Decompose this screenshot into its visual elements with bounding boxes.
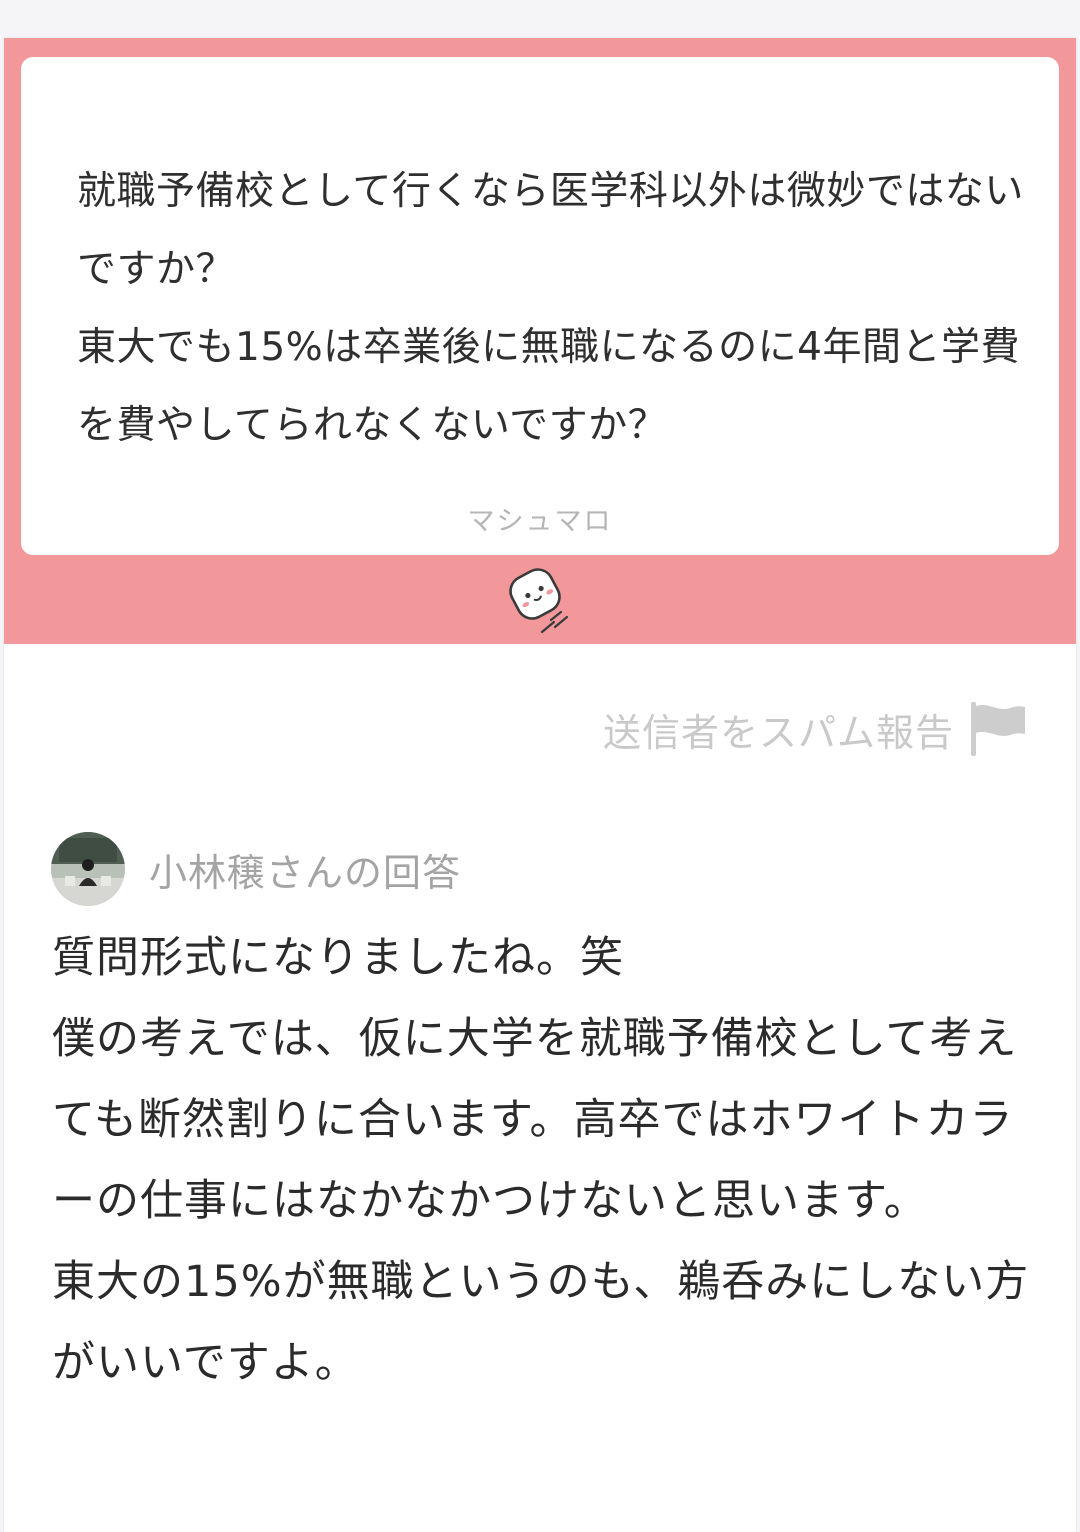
top-strip xyxy=(0,0,1080,38)
brand-label: マシュマロ xyxy=(467,506,613,537)
answerer-name: 小林穣さんの回答 xyxy=(149,850,462,895)
question-panel: 就職予備校として行くなら医学科以外は微妙ではないですか？ 東大でも15%は卒業後… xyxy=(4,38,1076,644)
flag-icon xyxy=(971,702,1025,756)
question-box: 就職予備校として行くなら医学科以外は微妙ではないですか？ 東大でも15%は卒業後… xyxy=(21,57,1059,555)
answer-text: 質問形式になりましたね。笑 僕の考えでは、仮に大学を就職予備校として考えても断然… xyxy=(52,933,1030,1388)
marshmallow-icon xyxy=(509,568,569,634)
avatar[interactable] xyxy=(51,832,125,906)
report-spam-label: 送信者をスパム報告 xyxy=(602,710,954,755)
answerer: 小林穣さんの回答 xyxy=(51,832,461,906)
answer-card: 就職予備校として行くなら医学科以外は微妙ではないですか？ 東大でも15%は卒業後… xyxy=(4,38,1076,1532)
page: 就職予備校として行くなら医学科以外は微妙ではないですか？ 東大でも15%は卒業後… xyxy=(0,0,1080,1532)
question-text: 就職予備校として行くなら医学科以外は微妙ではないですか？ 東大でも15%は卒業後… xyxy=(77,169,1024,448)
report-spam-button[interactable]: 送信者をスパム報告 xyxy=(603,700,1028,758)
